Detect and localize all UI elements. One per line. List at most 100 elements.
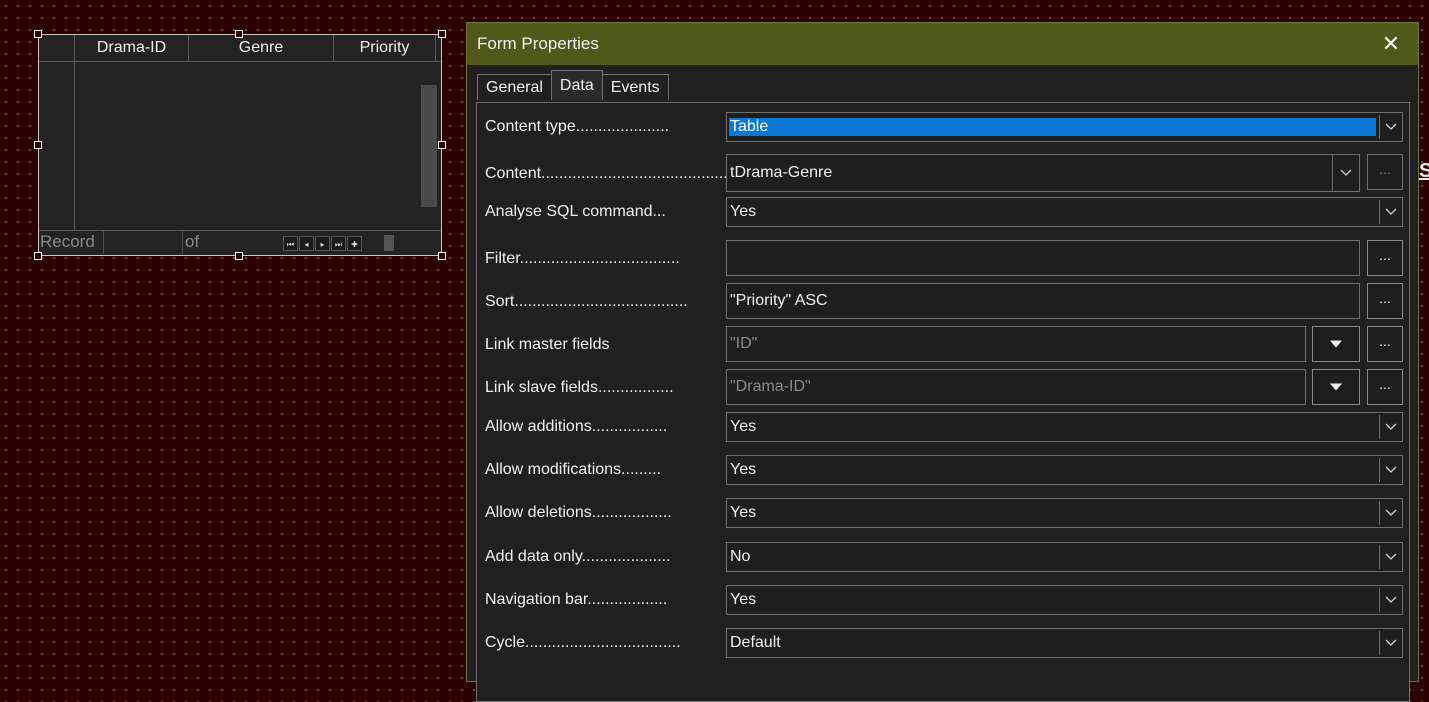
grid-corner-cell [39, 35, 75, 61]
content-type-label: Content type..................... [485, 118, 670, 135]
content-browse-button[interactable]: ... [1367, 154, 1403, 190]
nav-next-icon[interactable]: ▸ [315, 236, 330, 251]
chevron-down-icon[interactable] [1379, 545, 1401, 569]
chevron-down-icon[interactable] [1379, 588, 1401, 612]
row-link-slave: Link slave fields................. "Dram… [477, 369, 1409, 405]
content-type-value: Table [729, 118, 1376, 136]
resize-handle-bottom-right[interactable] [438, 252, 446, 260]
navigation-bar-value: Yes [730, 591, 757, 608]
sort-browse-button[interactable]: ... [1367, 283, 1403, 319]
sort-value: "Priority" ASC [730, 292, 828, 309]
form-properties-dialog: Form Properties ✕ General Data Events Co… [466, 22, 1419, 702]
allow-additions-value: Yes [730, 418, 757, 435]
nav-record-label: Record [40, 232, 95, 251]
tab-general[interactable]: General [477, 74, 552, 100]
grid-header: Drama-ID Genre Priority [39, 35, 441, 62]
tab-data[interactable]: Data [550, 70, 603, 100]
allow-deletions-select[interactable]: Yes [726, 498, 1403, 528]
navigation-bar-label: Navigation bar.................. [485, 591, 668, 608]
resize-handle-top-center[interactable] [235, 30, 243, 38]
resize-handle-middle-right[interactable] [438, 141, 446, 149]
cycle-select[interactable]: Default [726, 628, 1403, 658]
caret-down-icon [1330, 340, 1342, 348]
resize-handle-top-left[interactable] [34, 30, 42, 38]
filter-label: Filter..................................… [485, 250, 680, 267]
grid-column-priority[interactable]: Priority [334, 35, 436, 61]
row-add-data-only: Add data only.................... No [477, 542, 1409, 572]
nav-first-icon[interactable]: ⏮ [283, 236, 298, 251]
link-slave-browse-button[interactable]: ... [1367, 369, 1403, 405]
add-data-only-value: No [730, 548, 751, 565]
content-value: tDrama-Genre [730, 164, 833, 181]
cycle-value: Default [730, 634, 781, 651]
analyse-sql-select[interactable]: Yes [726, 197, 1403, 227]
grid-row-header [39, 61, 75, 231]
resize-handle-top-right[interactable] [438, 30, 446, 38]
content-select[interactable]: tDrama-Genre [726, 154, 1360, 192]
sort-label: Sort....................................… [485, 293, 688, 310]
row-allow-deletions: Allow deletions.................. Yes [477, 498, 1409, 528]
analyse-sql-value: Yes [730, 203, 757, 220]
nav-of-label: of [185, 232, 200, 251]
grid-column-genre[interactable]: Genre [189, 35, 334, 61]
allow-modifications-label: Allow modifications......... [485, 461, 662, 478]
dialog-tabs: General Data Events [477, 70, 669, 100]
link-master-label: Link master fields [485, 336, 610, 353]
sort-input[interactable]: "Priority" ASC [726, 283, 1360, 319]
content-type-select[interactable]: Table [726, 112, 1403, 142]
nav-record-field[interactable] [103, 231, 183, 254]
nav-scroll-thumb[interactable] [384, 235, 394, 251]
nav-previous-icon[interactable]: ◂ [299, 236, 314, 251]
chevron-down-icon[interactable] [1379, 458, 1401, 482]
nav-last-icon[interactable]: ⏭ [331, 236, 346, 251]
content-label: Content.................................… [485, 165, 733, 182]
row-allow-additions: Allow additions................. Yes [477, 412, 1409, 442]
filter-browse-button[interactable]: ... [1367, 240, 1403, 276]
navigation-bar-select[interactable]: Yes [726, 585, 1403, 615]
resize-handle-middle-left[interactable] [34, 141, 42, 149]
resize-handle-bottom-center[interactable] [235, 252, 243, 260]
close-icon[interactable]: ✕ [1376, 29, 1406, 59]
link-master-input[interactable]: "ID" [726, 326, 1306, 362]
link-slave-input[interactable]: "Drama-ID" [726, 369, 1306, 405]
row-analyse-sql: Analyse SQL command... Yes [477, 197, 1409, 227]
link-slave-dropdown-button[interactable] [1312, 369, 1360, 405]
resize-handle-bottom-left[interactable] [34, 252, 42, 260]
link-master-browse-button[interactable]: ... [1367, 326, 1403, 362]
chevron-down-icon[interactable] [1379, 501, 1401, 525]
filter-input[interactable] [726, 240, 1360, 276]
row-filter: Filter..................................… [477, 240, 1409, 276]
link-master-dropdown-button[interactable] [1312, 326, 1360, 362]
allow-additions-label: Allow additions................. [485, 418, 668, 435]
caret-down-icon [1330, 383, 1342, 391]
chevron-down-icon[interactable] [1379, 631, 1401, 655]
allow-modifications-value: Yes [730, 461, 757, 478]
nav-new-record-icon[interactable]: ✚ [347, 236, 362, 251]
link-slave-value: "Drama-ID" [730, 378, 811, 395]
grid-row-divider [39, 61, 74, 62]
row-cycle: Cycle...................................… [477, 628, 1409, 658]
chevron-down-icon[interactable] [1379, 200, 1401, 224]
grid-column-drama-id[interactable]: Drama-ID [75, 35, 189, 61]
chevron-down-icon[interactable] [1379, 415, 1401, 439]
row-content: Content.................................… [477, 154, 1409, 192]
analyse-sql-label: Analyse SQL command... [485, 203, 666, 220]
grid-vertical-scrollbar[interactable] [421, 85, 437, 207]
link-master-value: "ID" [730, 335, 758, 352]
add-data-only-label: Add data only.................... [485, 548, 671, 565]
tab-events[interactable]: Events [601, 74, 669, 100]
data-tab-panel: Content type..................... Table … [476, 102, 1410, 702]
row-link-master: Link master fields "ID" ... [477, 326, 1409, 362]
chevron-down-icon[interactable] [1379, 115, 1401, 139]
table-grid-control[interactable]: Drama-ID Genre Priority Record of ⏮ ◂ ▸ … [38, 34, 442, 256]
canvas-partial-label: S [1419, 160, 1429, 182]
allow-modifications-select[interactable]: Yes [726, 455, 1403, 485]
allow-deletions-value: Yes [730, 504, 757, 521]
allow-deletions-label: Allow deletions.................. [485, 504, 672, 521]
row-allow-modifications: Allow modifications......... Yes [477, 455, 1409, 485]
dialog-titlebar[interactable]: Form Properties ✕ [467, 23, 1418, 65]
add-data-only-select[interactable]: No [726, 542, 1403, 572]
row-navigation-bar: Navigation bar.................. Yes [477, 585, 1409, 615]
chevron-down-icon[interactable] [1332, 155, 1358, 191]
allow-additions-select[interactable]: Yes [726, 412, 1403, 442]
